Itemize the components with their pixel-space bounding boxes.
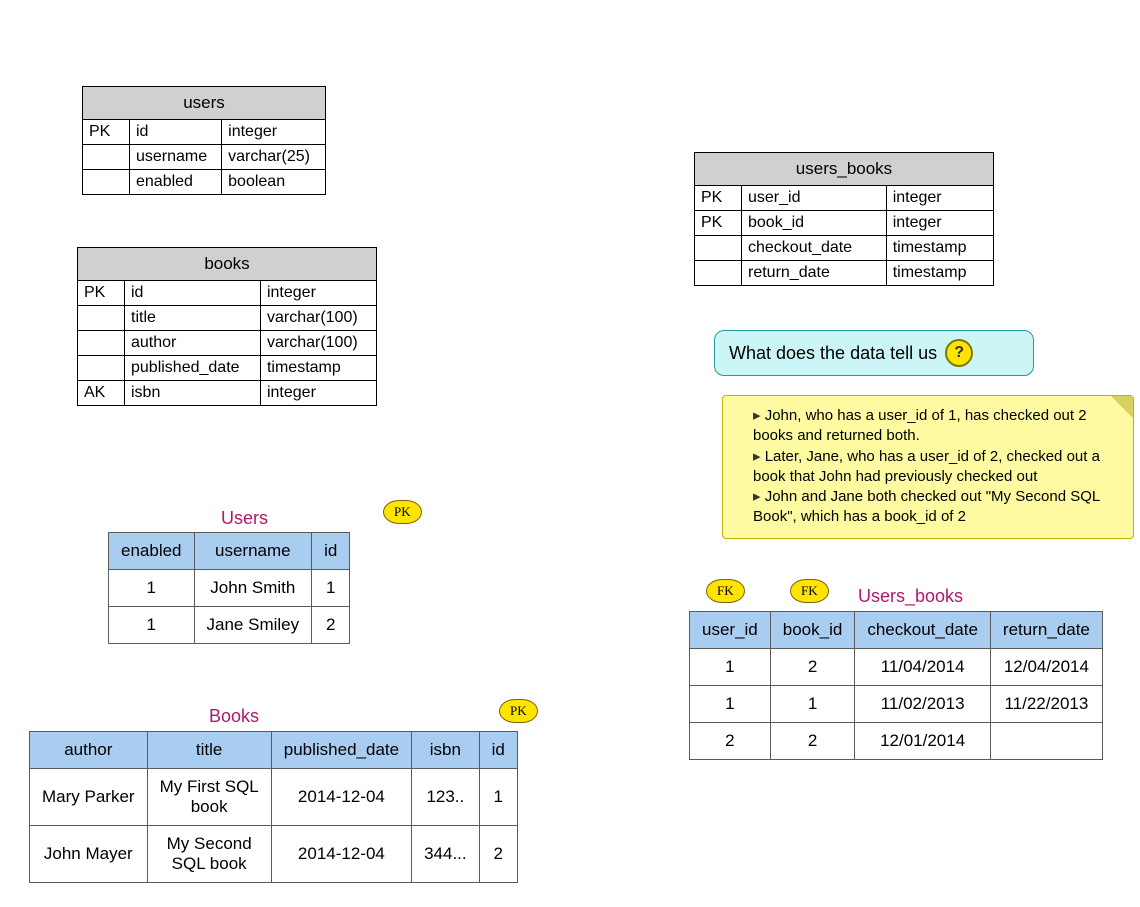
table-row: 1 John Smith 1	[109, 570, 350, 607]
schema-title: books	[78, 248, 377, 281]
col-header: user_id	[690, 612, 771, 649]
col-header: author	[30, 732, 148, 769]
schema-row: PKidinteger	[83, 120, 326, 145]
pk-badge: PK	[383, 500, 422, 524]
note-item: Later, Jane, who has a user_id of 2, che…	[753, 447, 1107, 488]
col-header: username	[194, 533, 312, 570]
sample-table-users-books: user_id book_id checkout_date return_dat…	[689, 611, 1103, 760]
schema-row: usernamevarchar(25)	[83, 145, 326, 170]
table-row: Mary Parker My First SQL book 2014-12-04…	[30, 769, 518, 826]
col-header: id	[479, 732, 517, 769]
sample-caption-users-books: Users_books	[858, 586, 963, 607]
col-header: title	[147, 732, 271, 769]
schema-table-users: users PKidinteger usernamevarchar(25) en…	[82, 86, 326, 195]
sample-table-users: enabled username id 1 John Smith 1 1 Jan…	[108, 532, 350, 644]
schema-title: users	[83, 87, 326, 120]
col-header: enabled	[109, 533, 195, 570]
schema-row: published_datetimestamp	[78, 356, 377, 381]
sample-caption-users: Users	[221, 508, 268, 529]
schema-row: AKisbninteger	[78, 381, 377, 406]
note-fold-icon	[1111, 396, 1133, 418]
note-item: John, who has a user_id of 1, has checke…	[753, 406, 1107, 447]
schema-row: enabledboolean	[83, 170, 326, 195]
schema-row: return_datetimestamp	[695, 261, 994, 286]
table-row: John Mayer My Second SQL book 2014-12-04…	[30, 826, 518, 883]
schema-title: users_books	[695, 153, 994, 186]
table-row: 2 2 12/01/2014	[690, 723, 1103, 760]
sample-caption-books: Books	[209, 706, 259, 727]
note-item: John and Jane both checked out "My Secon…	[753, 487, 1107, 528]
schema-row: authorvarchar(100)	[78, 331, 377, 356]
col-header: id	[312, 533, 350, 570]
table-row: 1 2 11/04/2014 12/04/2014	[690, 649, 1103, 686]
schema-row: PKuser_idinteger	[695, 186, 994, 211]
schema-row: PKbook_idinteger	[695, 211, 994, 236]
schema-table-books: books PKidinteger titlevarchar(100) auth…	[77, 247, 377, 406]
schema-row: titlevarchar(100)	[78, 306, 377, 331]
schema-row: checkout_datetimestamp	[695, 236, 994, 261]
col-header: return_date	[990, 612, 1102, 649]
schema-table-users-books: users_books PKuser_idinteger PKbook_idin…	[694, 152, 994, 286]
callout-bubble: What does the data tell us ?	[714, 330, 1034, 376]
question-icon: ?	[945, 339, 973, 367]
schema-row: PKidinteger	[78, 281, 377, 306]
sample-table-books: author title published_date isbn id Mary…	[29, 731, 518, 883]
col-header: published_date	[271, 732, 411, 769]
table-row: 1 1 11/02/2013 11/22/2013	[690, 686, 1103, 723]
fk-badge: FK	[706, 579, 745, 603]
col-header: isbn	[412, 732, 480, 769]
pk-badge: PK	[499, 699, 538, 723]
col-header: checkout_date	[855, 612, 991, 649]
col-header: book_id	[770, 612, 855, 649]
fk-badge: FK	[790, 579, 829, 603]
table-row: 1 Jane Smiley 2	[109, 607, 350, 644]
callout-text: What does the data tell us	[729, 343, 937, 364]
note: John, who has a user_id of 1, has checke…	[722, 395, 1134, 539]
